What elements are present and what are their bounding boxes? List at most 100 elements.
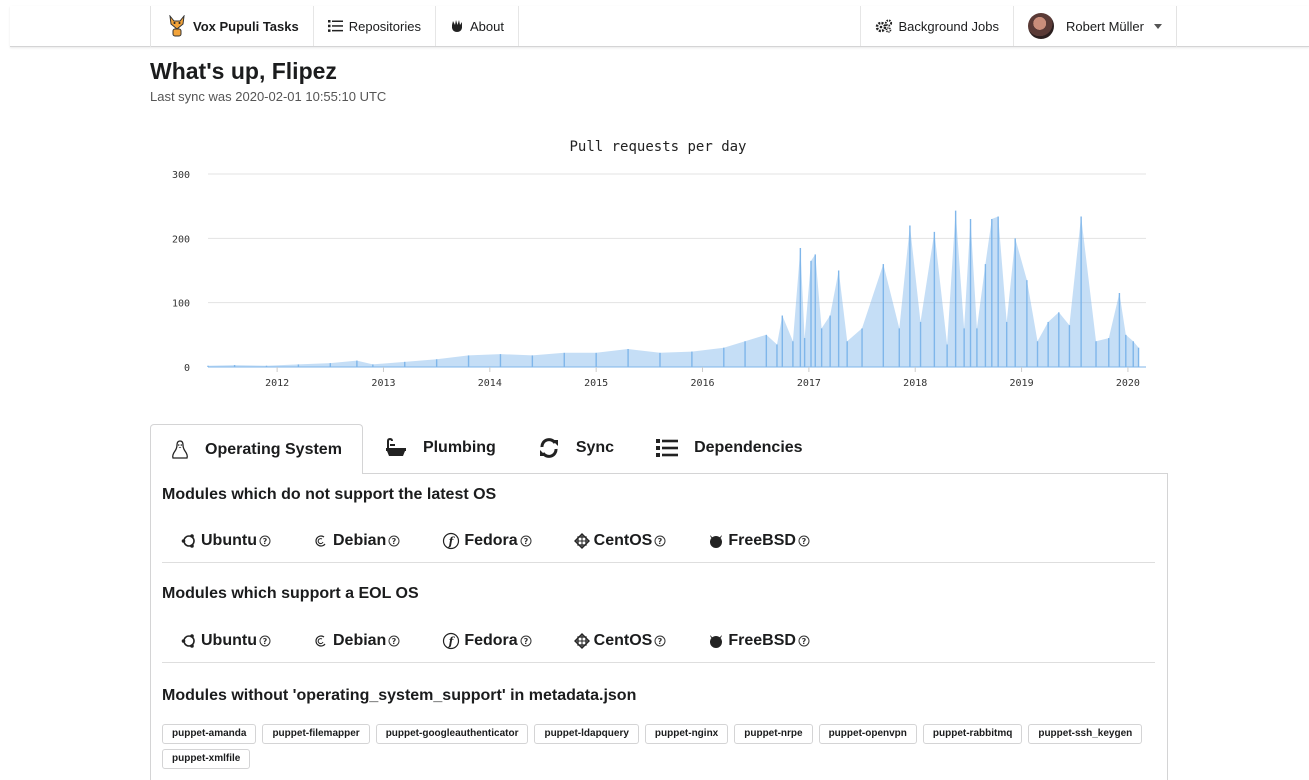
os-label: FreeBSD [728,532,796,549]
y-tick-label: 100 [172,299,190,310]
user-menu-dropdown[interactable]: Robert Müller [1012,6,1176,46]
tab-plumbing[interactable]: Plumbing [365,424,516,472]
question-circle-icon[interactable]: ? [520,535,532,547]
question-circle-icon[interactable]: ? [259,535,271,547]
top-navigation: Vox Pupuli Tasks Repositories About Back… [10,6,1309,47]
nav-about-label: About [469,18,504,34]
x-tick-label: 2016 [690,378,714,389]
fedora-icon: f [442,632,460,650]
fedora-icon: f [442,532,460,550]
debian-icon [313,533,329,549]
fox-logo-icon [167,15,187,37]
ubuntu-icon [181,533,197,549]
debian-icon [313,633,329,649]
menu-bar: Vox Pupuli Tasks Repositories About Back… [150,6,1177,47]
os-label: FreeBSD [728,632,796,649]
os-fedora[interactable]: f Fedora ? [442,532,532,550]
linux-icon [171,439,189,460]
x-tick-label: 2015 [584,378,608,389]
os-ubuntu[interactable]: Ubuntu ? [181,532,271,550]
x-tick-label: 2014 [478,378,502,389]
os-ubuntu[interactable]: Ubuntu ? [181,632,271,650]
list-icon [327,20,343,32]
os-centos[interactable]: CentOS ? [573,632,667,650]
module-label[interactable]: puppet-xmlfile [162,749,251,769]
question-circle-icon[interactable]: ? [388,635,400,647]
page-title: What's up, Flipez [150,58,337,84]
os-label: Fedora [464,632,518,649]
tab-operating-system[interactable]: Operating System [150,424,363,474]
module-label[interactable]: puppet-rabbitmq [922,724,1023,744]
question-circle-icon[interactable]: ? [654,535,666,547]
module-label[interactable]: puppet-nrpe [734,724,813,744]
os-debian[interactable]: Debian ? [313,532,400,550]
os-label: Debian [332,532,387,549]
tab-sync[interactable]: Sync [518,424,634,472]
svg-text:?: ? [802,537,807,546]
nav-repositories[interactable]: Repositories [314,6,436,46]
svg-text:?: ? [658,537,663,546]
question-circle-icon[interactable]: ? [259,635,271,647]
svg-text:?: ? [523,537,528,546]
menu-spacer [519,6,860,47]
os-label: Fedora [464,532,518,549]
caret-down-icon [1154,23,1162,29]
series-area [208,210,1139,367]
svg-text:f: f [448,635,456,648]
freebsd-icon [708,533,724,549]
brand-label: Vox Pupuli Tasks [193,18,299,34]
last-sync-text: Last sync was 2020-02-01 10:55:10 UTC [150,89,387,104]
module-label-list: puppet-amanda puppet-filemapper puppet-g… [162,724,1157,774]
x-tick-label: 2019 [1010,378,1034,389]
question-circle-icon[interactable]: ? [798,635,810,647]
chart-title: Pull requests per day [569,139,746,155]
module-label[interactable]: puppet-filemapper [262,724,370,744]
nav-repositories-label: Repositories [348,18,421,34]
os-label: Debian [332,632,387,649]
tab-dependencies-label: Dependencies [694,439,803,456]
module-label[interactable]: puppet-nginx [644,724,729,744]
section-title-eol: Modules which support a EOL OS [162,585,419,602]
os-label: CentOS [593,532,653,549]
svg-text:f: f [448,535,456,548]
y-tick-label: 200 [172,234,190,245]
svg-text:?: ? [658,637,663,646]
question-circle-icon[interactable]: ? [520,635,532,647]
nav-about[interactable]: About [436,6,519,46]
module-label[interactable]: puppet-ssh_keygen [1028,724,1143,744]
y-tick-label: 300 [172,170,190,181]
centos-icon [573,533,590,549]
os-fedora[interactable]: f Fedora ? [442,632,532,650]
os-freebsd[interactable]: FreeBSD ? [708,532,810,550]
tab-operating-system-label: Operating System [205,440,342,458]
svg-text:?: ? [523,637,528,646]
module-label[interactable]: puppet-amanda [162,724,257,744]
os-label: Ubuntu [201,632,257,649]
user-name: Robert Müller [1065,18,1144,34]
nav-background-jobs[interactable]: Background Jobs [859,6,1013,46]
os-label: Ubuntu [201,532,257,549]
tab-dependencies[interactable]: Dependencies [636,424,822,472]
tab-sync-label: Sync [575,439,615,456]
avatar [1027,13,1054,39]
x-tick-label: 2012 [265,378,289,389]
os-centos[interactable]: CentOS ? [573,532,667,550]
question-circle-icon[interactable]: ? [798,535,810,547]
svg-text:?: ? [392,637,397,646]
os-freebsd[interactable]: FreeBSD ? [708,632,810,650]
x-tick-label: 2020 [1116,378,1140,389]
module-label[interactable]: puppet-openvpn [818,724,917,744]
question-circle-icon[interactable]: ? [388,535,400,547]
ubuntu-icon [181,633,197,649]
cogs-icon [875,19,893,33]
module-label[interactable]: puppet-googleauthenticator [375,724,529,744]
svg-text:?: ? [802,637,807,646]
x-tick-label: 2018 [903,378,927,389]
brand-link[interactable]: Vox Pupuli Tasks [151,6,314,46]
section-divider [162,662,1155,663]
question-circle-icon[interactable]: ? [654,635,666,647]
tab-bar: Operating System Plumbing Sync Dependenc… [150,424,1168,474]
section-divider [162,562,1155,563]
module-label[interactable]: puppet-ldapquery [534,724,639,744]
os-debian[interactable]: Debian ? [313,632,400,650]
